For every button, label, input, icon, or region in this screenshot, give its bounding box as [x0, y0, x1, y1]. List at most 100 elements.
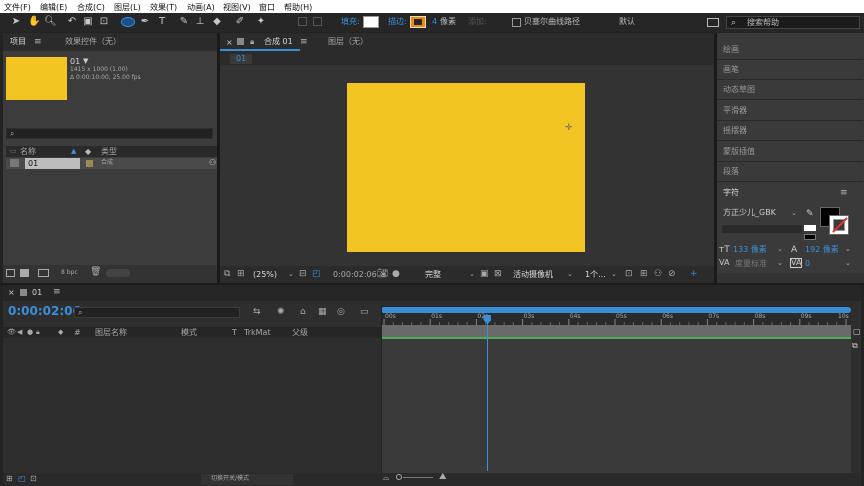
- chevron-down-icon[interactable]: ⌄: [611, 270, 617, 278]
- tab-composition[interactable]: 合成 01: [264, 38, 293, 46]
- puppet-pin-tool-icon[interactable]: ✦: [255, 16, 267, 28]
- tab-timeline-comp[interactable]: 01: [32, 289, 42, 297]
- new-comp-icon[interactable]: [38, 269, 49, 277]
- draft-3d-icon[interactable]: ✺: [277, 307, 285, 317]
- comp-marker-icon[interactable]: ▢: [853, 327, 861, 336]
- chevron-down-icon[interactable]: ▼: [83, 57, 88, 65]
- bezier-path-checkbox[interactable]: [512, 18, 521, 27]
- solo-icon[interactable]: ●: [27, 328, 33, 336]
- reset-exposure-icon[interactable]: ⊘: [668, 269, 676, 279]
- tab-layer[interactable]: 图层（无）: [328, 38, 368, 46]
- help-search-box[interactable]: ⌕ 搜索帮助: [726, 16, 860, 29]
- switches-icon[interactable]: ⊞: [6, 474, 13, 483]
- views-select[interactable]: 1个...: [585, 271, 606, 279]
- bit-depth[interactable]: 8 bpc: [61, 270, 78, 276]
- type-tool-icon[interactable]: T: [156, 16, 168, 28]
- label-icon[interactable]: ◆: [58, 328, 63, 336]
- current-timecode[interactable]: 0:00:02:06: [8, 305, 81, 317]
- panel-menu-icon[interactable]: ≡: [53, 287, 61, 297]
- no-color-icon[interactable]: [804, 234, 816, 240]
- brush-tool-icon[interactable]: ✎: [178, 16, 190, 28]
- menu-composition[interactable]: 合成(C): [77, 2, 105, 13]
- zoom-in-icon[interactable]: ⛰: [439, 472, 447, 482]
- panel-menu-icon[interactable]: ≡: [840, 188, 848, 198]
- pen-tool-icon[interactable]: ✒: [139, 16, 151, 28]
- tab-project[interactable]: 项目: [10, 38, 26, 46]
- audio-icon[interactable]: ◀: [17, 328, 22, 336]
- panel-paint[interactable]: 绘画: [717, 40, 863, 60]
- tracking-value[interactable]: 0: [805, 260, 810, 268]
- camera-tool-icon[interactable]: ▣: [82, 16, 94, 28]
- comp-button-icon[interactable]: ⧉: [852, 341, 858, 351]
- always-preview-icon[interactable]: ⧉: [224, 269, 230, 279]
- trash-icon[interactable]: 🗑︎: [90, 267, 101, 277]
- exposure-value-icon[interactable]: +: [690, 269, 698, 279]
- chevron-down-icon[interactable]: ⌄: [469, 270, 475, 278]
- menu-view[interactable]: 视图(V): [223, 2, 251, 13]
- playhead[interactable]: [487, 316, 489, 471]
- menu-animation[interactable]: 动画(A): [187, 2, 215, 13]
- stroke-width-value[interactable]: 4: [432, 18, 437, 26]
- zoom-slider-handle[interactable]: [396, 474, 402, 480]
- interpret-footage-icon[interactable]: [6, 269, 15, 277]
- character-title[interactable]: 字符: [723, 189, 739, 197]
- resolution-select[interactable]: 完整: [425, 271, 441, 279]
- close-icon[interactable]: ×: [226, 38, 233, 47]
- col-trkmat[interactable]: TrkMat: [244, 329, 271, 337]
- comp-mini-flowchart-icon[interactable]: ⇆: [253, 307, 261, 317]
- chevron-down-icon[interactable]: ⌄: [845, 245, 851, 253]
- selection-tool-icon[interactable]: ➤: [10, 16, 22, 28]
- menu-effect[interactable]: 效果(T): [150, 2, 177, 13]
- chevron-down-icon[interactable]: ⌄: [777, 245, 783, 253]
- panel-smoother[interactable]: 平滑器: [717, 101, 863, 121]
- panel-divider[interactable]: [217, 33, 220, 283]
- col-parent[interactable]: 父级: [292, 329, 308, 337]
- flowchart-icon[interactable]: ⚇: [654, 269, 662, 279]
- col-t[interactable]: T: [232, 329, 237, 337]
- panel-mask-interpolation[interactable]: 蒙版插值: [717, 142, 863, 162]
- panel-brushes[interactable]: 画笔: [717, 60, 863, 80]
- mask-visibility-icon[interactable]: ◰: [312, 269, 321, 279]
- chevron-down-icon[interactable]: ⌄: [777, 259, 783, 267]
- snap-option-icon[interactable]: [313, 17, 322, 26]
- panel-menu-icon[interactable]: ≡: [34, 37, 42, 47]
- project-item-row[interactable]: 01 合成 ⚇: [6, 158, 217, 169]
- kerning-value[interactable]: 度量标准: [735, 260, 767, 268]
- modes-icon[interactable]: ◰: [18, 474, 26, 483]
- shy-layers-icon[interactable]: ⌂: [300, 307, 306, 317]
- viewer-timecode[interactable]: 0:00:02:06: [333, 271, 377, 279]
- stroke-label[interactable]: 描边:: [388, 18, 407, 26]
- col-type[interactable]: 类型: [101, 148, 117, 156]
- lock-icon[interactable]: 🔒︎: [250, 37, 254, 47]
- font-size-value[interactable]: 133 像素: [733, 246, 767, 254]
- panel-motion-sketch[interactable]: 动态草图: [717, 80, 863, 100]
- menu-file[interactable]: 文件(F): [4, 2, 31, 13]
- workspace-menu-icon[interactable]: [707, 18, 719, 27]
- menu-layer[interactable]: 图层(L): [114, 2, 141, 13]
- lock-icon[interactable]: 🔒︎: [36, 328, 40, 337]
- pan-behind-tool-icon[interactable]: ⊡: [98, 16, 110, 28]
- workspace-default[interactable]: 默认: [619, 18, 635, 26]
- label-color-swatch[interactable]: [86, 160, 93, 167]
- tab-effect-controls[interactable]: 效果控件（无）: [65, 38, 121, 46]
- show-channel-icon[interactable]: ●: [392, 269, 400, 279]
- swap-color-icon[interactable]: [804, 225, 816, 231]
- chevron-down-icon[interactable]: ⌄: [567, 270, 573, 278]
- snap-checkbox-icon[interactable]: [298, 17, 307, 26]
- safe-margins-icon[interactable]: ⊟: [299, 269, 307, 279]
- eraser-tool-icon[interactable]: ◆: [211, 16, 223, 28]
- timeline-search-input[interactable]: ⌕: [74, 307, 240, 318]
- zoom-level[interactable]: (25%): [253, 271, 277, 279]
- toggle-switches-modes[interactable]: 切换开关/模式: [201, 474, 293, 485]
- zoom-out-icon[interactable]: ⌓: [383, 473, 389, 483]
- col-name[interactable]: 名称: [20, 148, 36, 156]
- in-out-icon[interactable]: ⊡: [30, 474, 37, 483]
- chevron-down-icon[interactable]: ⌄: [791, 209, 797, 217]
- zoom-slider[interactable]: [403, 477, 433, 478]
- hand-tool-icon[interactable]: ✋: [28, 16, 40, 28]
- timeline-icon[interactable]: ⊞: [640, 269, 648, 279]
- chevron-down-icon[interactable]: ⌄: [288, 270, 294, 278]
- time-ruler[interactable]: 00s 01s 02s 03s 04s 05s 06s 07s 08s 09s 10s: [381, 305, 851, 337]
- panel-paragraph[interactable]: 段落: [717, 162, 863, 182]
- ellipse-tool-icon[interactable]: [121, 17, 135, 27]
